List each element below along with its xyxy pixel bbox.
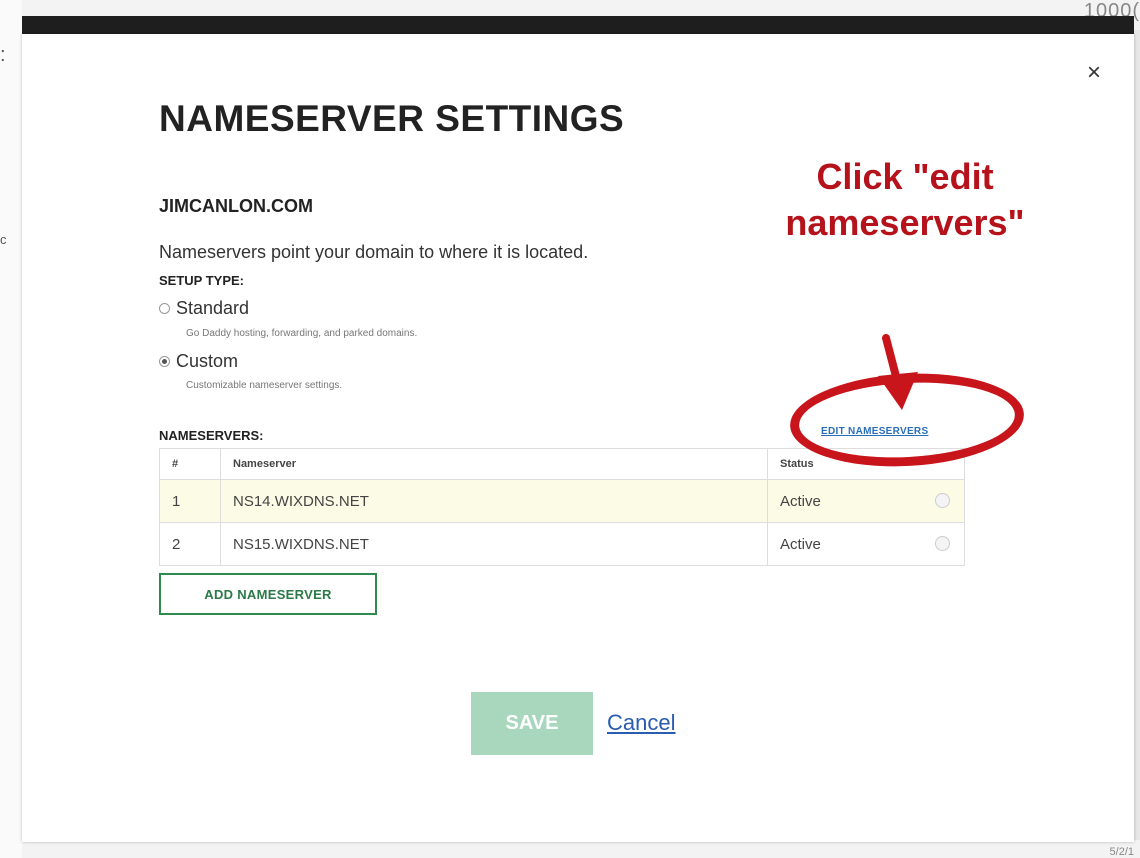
radio-standard-label: Standard (176, 298, 250, 318)
table-row[interactable]: 2 NS15.WIXDNS.NET Active (159, 522, 965, 566)
background-right-strip (1134, 30, 1140, 840)
row-number: 2 (159, 522, 221, 566)
background-bottom-text: 5/2/1 (1109, 846, 1134, 858)
radio-custom-label: Custom (176, 351, 239, 371)
row-status-cell: Active (767, 479, 965, 523)
radio-standard[interactable]: Standard (159, 298, 249, 319)
row-nameserver: NS15.WIXDNS.NET (220, 522, 768, 566)
setup-type-label: SETUP TYPE: (159, 273, 245, 288)
row-status-cell: Active (767, 522, 965, 566)
add-nameserver-button[interactable]: ADD NAMESERVER (159, 573, 377, 615)
background-fragment: c (0, 232, 7, 247)
background-fragment: : (0, 44, 6, 66)
row-status: Active (780, 535, 821, 553)
arrow-icon (878, 334, 918, 410)
edit-nameservers-link[interactable]: EDIT NAMESERVERS (821, 426, 928, 437)
row-nameserver: NS14.WIXDNS.NET (220, 479, 768, 523)
radio-standard-description: Go Daddy hosting, forwarding, and parked… (186, 328, 418, 339)
row-number: 1 (159, 479, 221, 523)
column-header-nameserver: Nameserver (220, 448, 768, 480)
background-left-edge: : c (0, 0, 22, 858)
callout-line-1: Click "edit (816, 156, 994, 197)
domain-name: JIMCANLON.COM (159, 196, 313, 216)
radio-custom[interactable]: Custom (159, 351, 238, 372)
radio-custom-description: Customizable nameserver settings. (186, 380, 343, 391)
dialog-title: NAMESERVER SETTINGS (159, 98, 625, 139)
close-icon[interactable]: × (1087, 61, 1101, 85)
nameserver-settings-dialog: × NAMESERVER SETTINGS JIMCANLON.COM Name… (22, 34, 1134, 842)
radio-icon[interactable] (159, 356, 170, 367)
column-header-number: # (159, 448, 221, 480)
dialog-description: Nameservers point your domain to where i… (159, 242, 589, 262)
nameservers-label: NAMESERVERS: (159, 428, 264, 443)
annotation-callout: Click "edit nameservers" (735, 154, 1075, 246)
row-status: Active (780, 492, 821, 510)
row-status-icon[interactable] (935, 535, 950, 551)
row-status-icon[interactable] (935, 492, 950, 508)
callout-line-2: nameservers" (785, 202, 1025, 243)
cancel-link[interactable]: Cancel (607, 710, 675, 736)
radio-icon[interactable] (159, 303, 170, 314)
save-button[interactable]: SAVE (471, 692, 593, 755)
background-top-bar (22, 16, 1134, 34)
nameserver-table: # Nameserver Status 1 NS14.WIXDNS.NET Ac… (159, 448, 965, 566)
table-row[interactable]: 1 NS14.WIXDNS.NET Active (159, 479, 965, 523)
